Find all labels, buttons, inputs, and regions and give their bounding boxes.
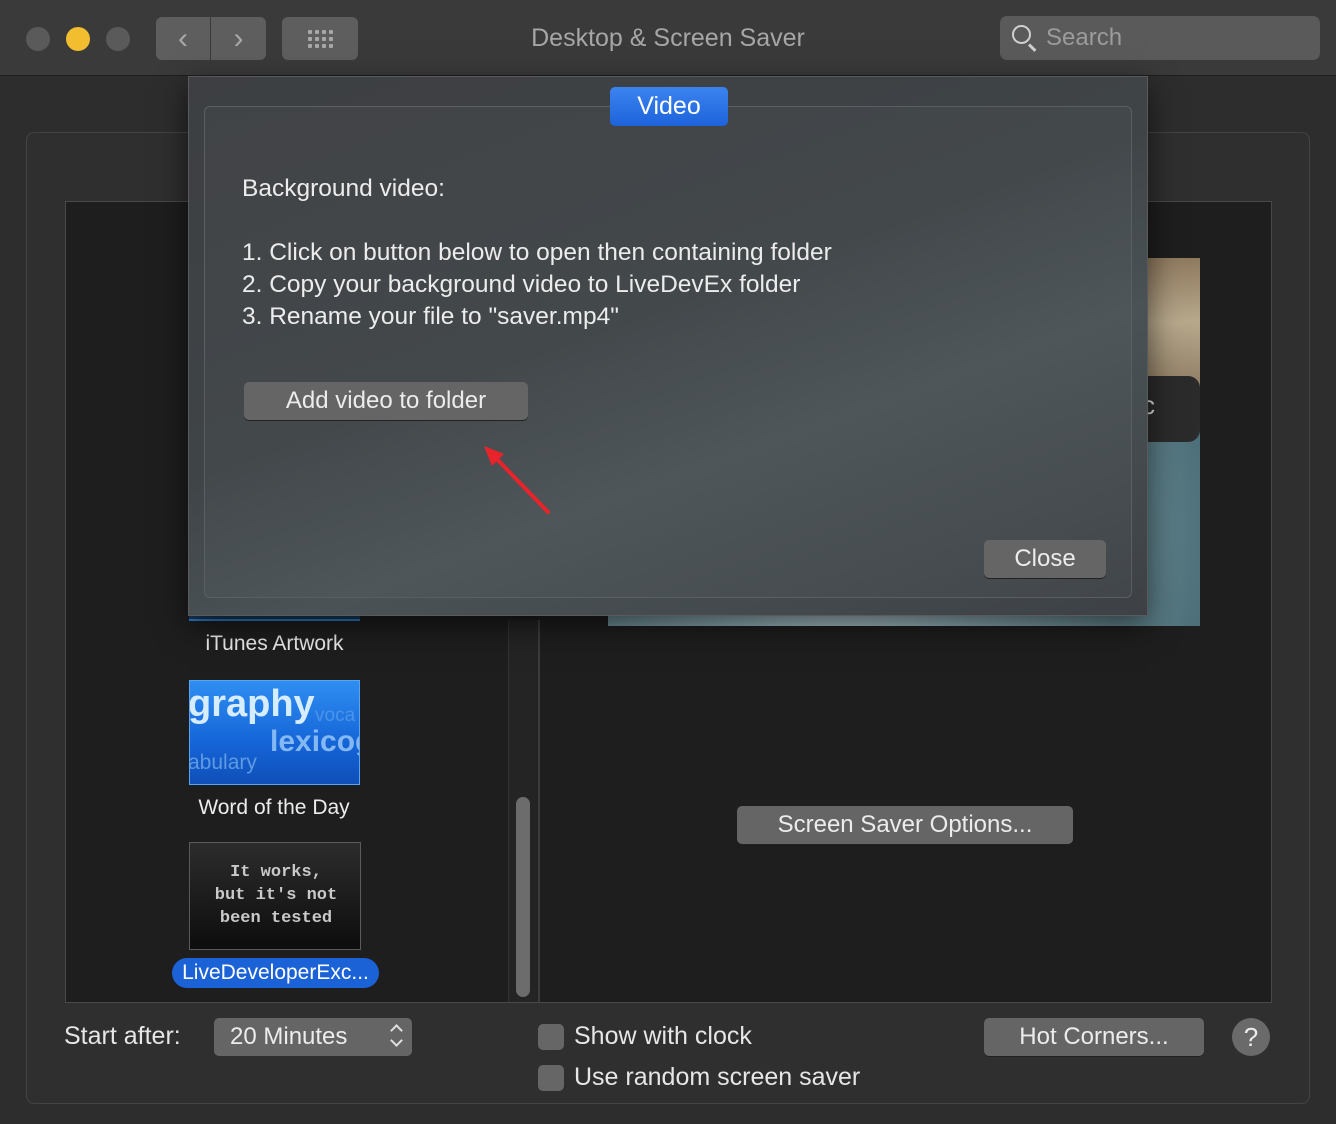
show-with-clock-checkbox[interactable] [538,1023,564,1050]
live-developer-thumbnail[interactable]: It works, but it's not been tested [189,842,361,950]
close-button[interactable]: Close [984,540,1106,578]
show-with-clock-row[interactable]: Show with clock [538,1022,752,1051]
search-input[interactable] [1046,24,1306,52]
search-field[interactable] [1000,16,1320,60]
thumb-text: voca [315,705,356,726]
start-after-label: Start after: [64,1022,181,1050]
annotation-arrow-icon [484,446,550,514]
thumb-text: but it's not [214,886,338,905]
screen-saver-label[interactable]: Word of the Day [174,796,374,820]
tab-video[interactable]: Video [610,87,728,126]
scrollbar-thumb[interactable] [516,797,530,997]
add-video-to-folder-button[interactable]: Add video to folder [244,382,528,420]
sheet-heading: Background video: [242,175,445,202]
thumb-text: graphy [189,683,315,725]
hot-corners-button[interactable]: Hot Corners... [984,1018,1204,1056]
use-random-label[interactable]: Use random screen saver [574,1063,860,1092]
help-button[interactable]: ? [1232,1018,1270,1056]
show-with-clock-label[interactable]: Show with clock [574,1022,752,1051]
list-divider [538,620,540,1002]
word-of-the-day-thumbnail[interactable]: graphy voca lexicog abulary [189,680,360,785]
thumb-text: It works, [230,863,322,882]
instruction-step: 3. Rename your file to "saver.mp4" [242,303,619,330]
screen-saver-options-button[interactable]: Screen Saver Options... [737,806,1073,844]
start-after-value: 20 Minutes [230,1023,348,1050]
search-icon [1010,23,1040,53]
thumb-text: abulary [189,751,257,774]
chevron-up-down-icon [390,1022,404,1052]
use-random-checkbox[interactable] [538,1064,564,1091]
screen-saver-label[interactable]: iTunes Artwork [189,632,360,656]
use-random-row[interactable]: Use random screen saver [538,1063,860,1092]
screen-saver-label-selected[interactable]: LiveDeveloperExc... [172,958,379,988]
thumb-text: been tested [219,909,333,928]
instruction-step: 1. Click on button below to open then co… [242,239,832,266]
title-bar: ‹ › Desktop & Screen Saver [0,0,1336,76]
instruction-step: 2. Copy your background video to LiveDev… [242,271,801,298]
question-mark-icon: ? [1243,1021,1259,1052]
thumb-text: lexicog [270,725,359,758]
start-after-select[interactable]: 20 Minutes [214,1018,412,1056]
